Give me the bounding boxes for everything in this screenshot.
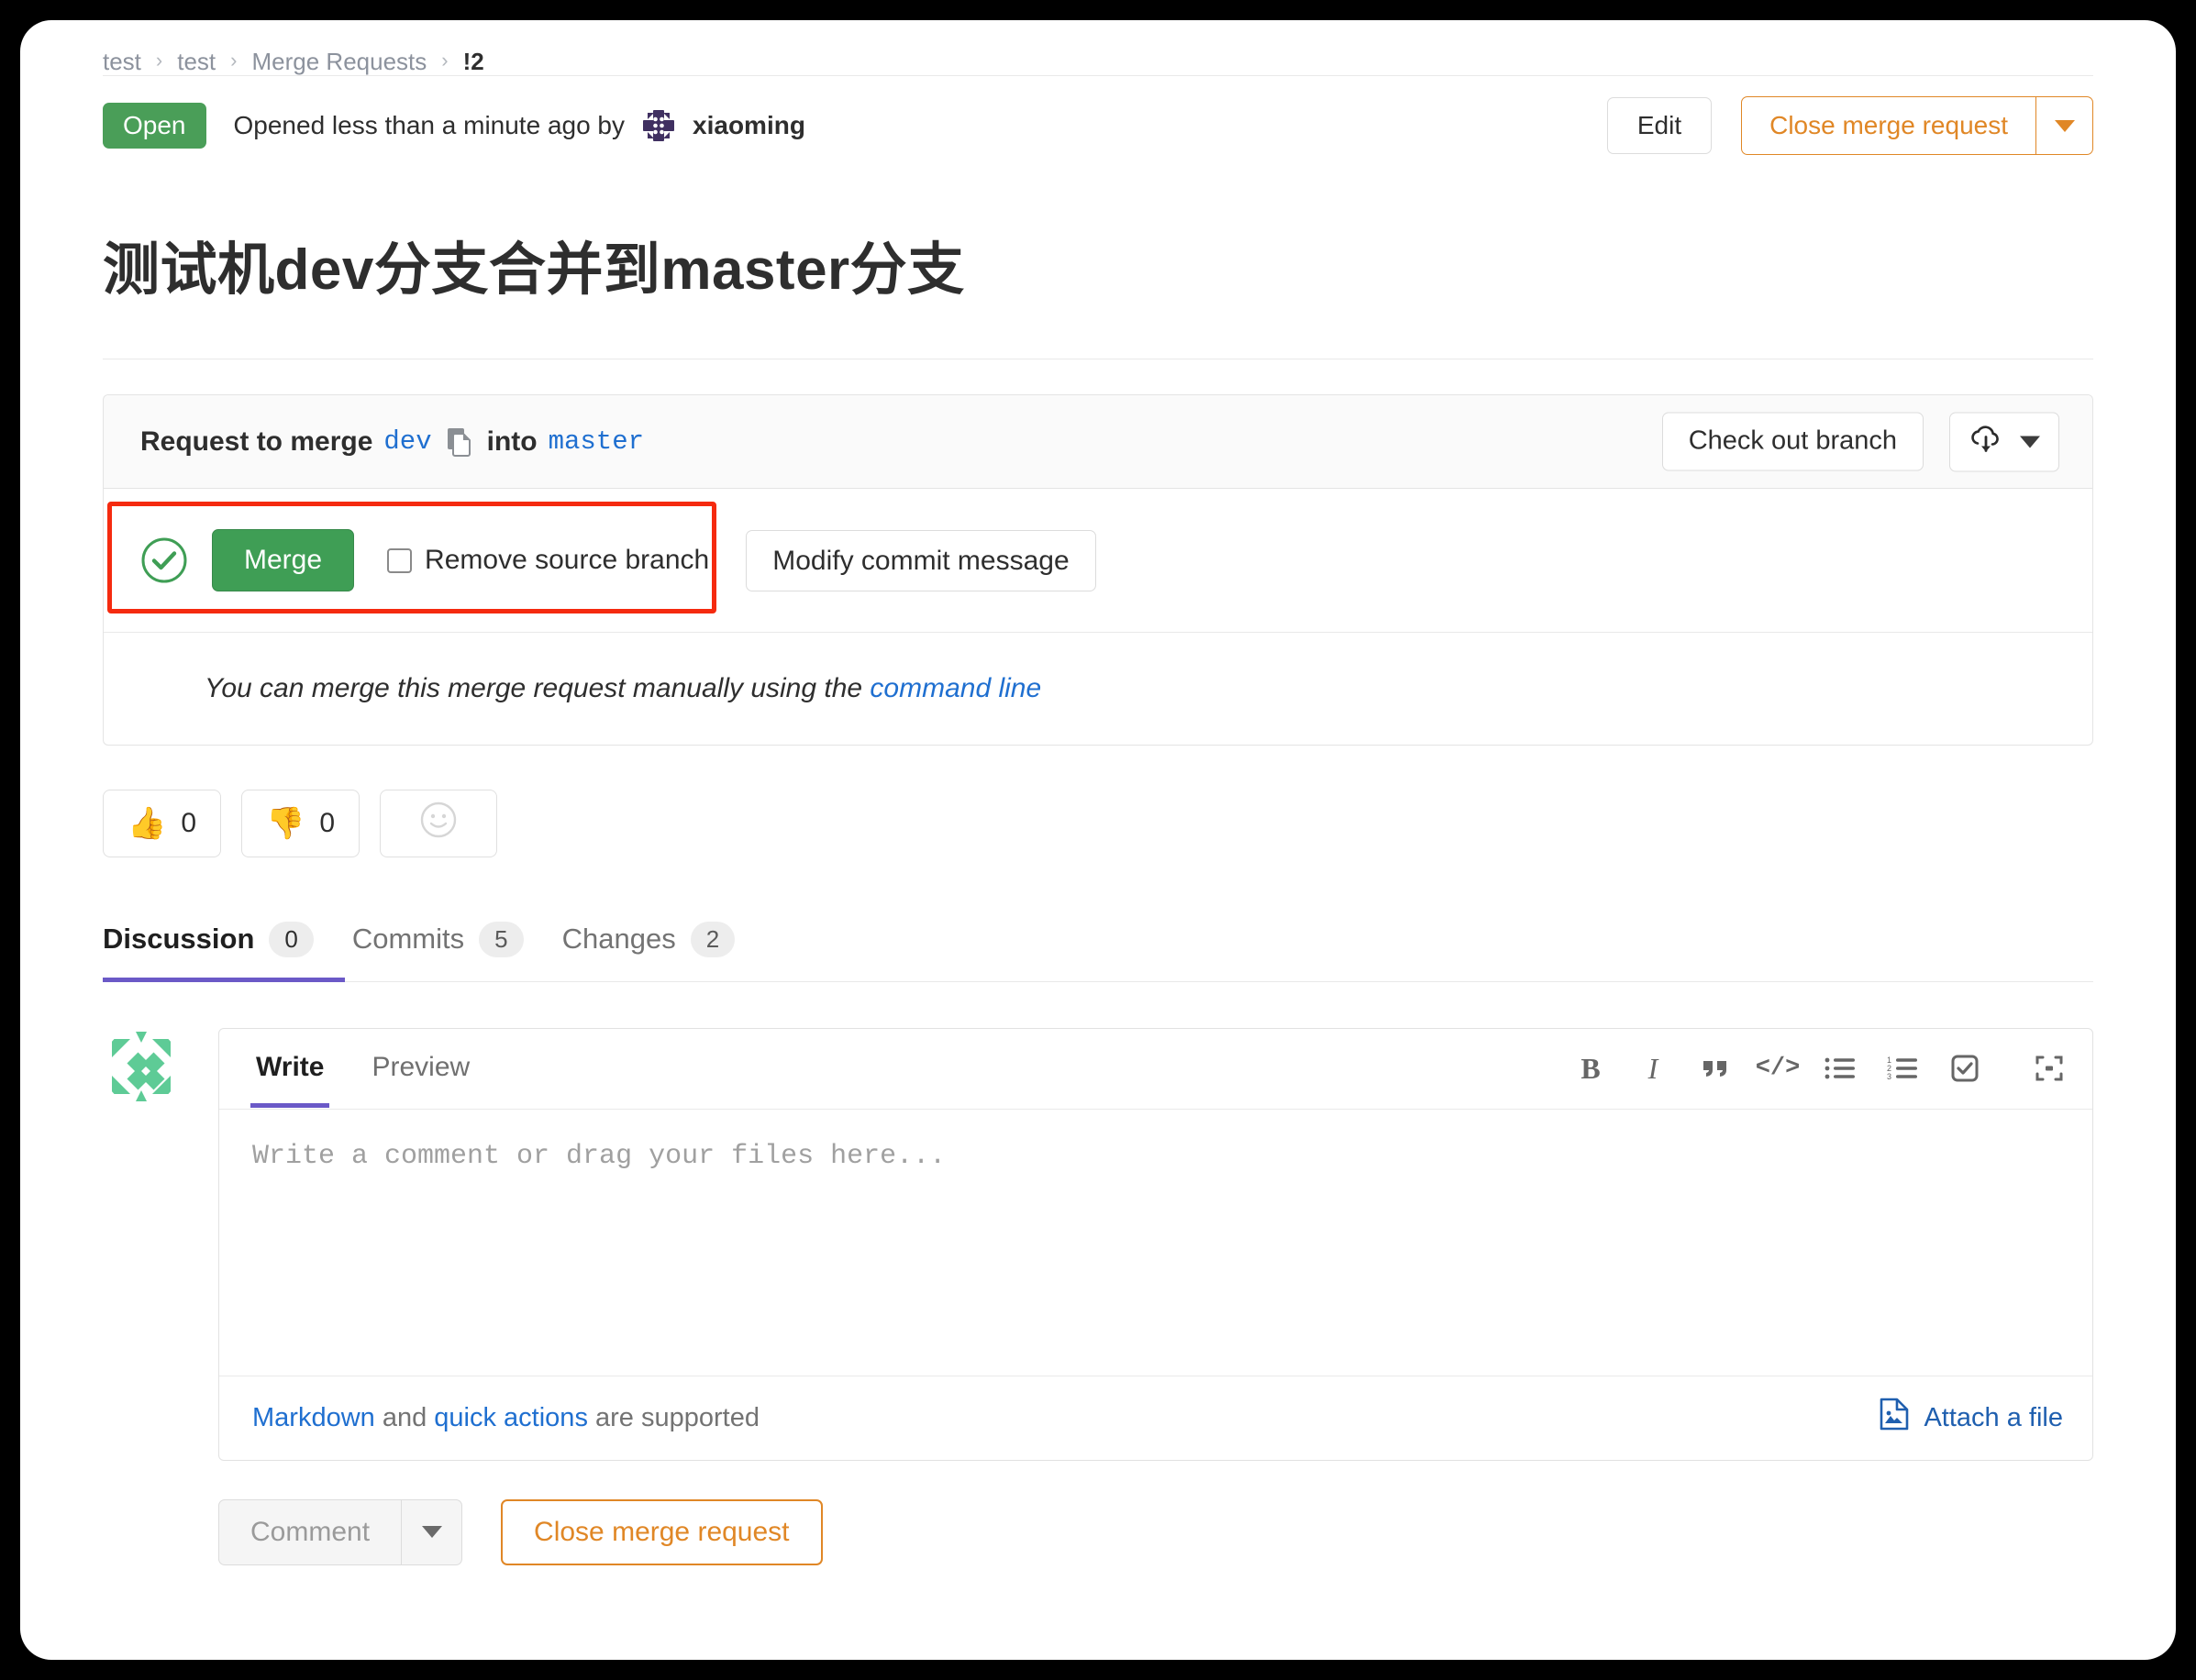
quick-actions-link[interactable]: quick actions: [434, 1403, 588, 1432]
tab-label: Changes: [562, 923, 676, 956]
editor-footer: Markdown and quick actions are supported: [219, 1376, 2092, 1460]
merge-widget-header-actions: Check out branch: [1662, 412, 2059, 471]
mr-tabs: Discussion 0 Commits 5 Changes 2: [103, 905, 2093, 982]
italic-icon[interactable]: I: [1637, 1053, 1669, 1084]
current-user-avatar: [103, 1028, 180, 1105]
comment-placeholder: Write a comment or drag your files here.…: [252, 1141, 2059, 1172]
check-out-branch-button[interactable]: Check out branch: [1662, 413, 1924, 471]
tab-label: Commits: [352, 923, 464, 956]
breadcrumb: test › test › Merge Requests › !2: [103, 20, 2093, 75]
edit-button[interactable]: Edit: [1607, 97, 1712, 155]
comment-form-actions: Comment Close merge request: [103, 1461, 2093, 1565]
tab-count: 5: [479, 922, 523, 957]
author-name[interactable]: xiaoming: [693, 111, 805, 140]
merge-widget-header: Request to merge dev into master Check o…: [104, 395, 2092, 489]
manual-merge-note: You can merge this merge request manuall…: [104, 632, 2092, 745]
breadcrumb-item-mr-id[interactable]: !2: [463, 48, 484, 76]
opened-text: Opened less than a minute ago by: [234, 111, 626, 140]
reaction-thumbsdown[interactable]: 👎 0: [241, 790, 360, 857]
browser-viewport: test › test › Merge Requests › !2 Open O…: [20, 20, 2176, 1660]
close-merge-request-button[interactable]: Close merge request: [1741, 96, 2036, 155]
tab-write[interactable]: Write: [250, 1030, 329, 1108]
tab-changes[interactable]: Changes 2: [555, 905, 767, 982]
merge-branches-summary: Request to merge dev into master: [140, 426, 644, 458]
svg-text:3: 3: [1887, 1072, 1891, 1081]
merge-widget-body: Merge Remove source branch Modify commit…: [104, 489, 2092, 632]
award-emoji-bar: 👍 0 👎 0: [103, 746, 2093, 857]
checkbox-box-icon: [387, 548, 412, 573]
and-text: and: [383, 1403, 427, 1432]
comment-editor: Write Preview B I </>: [218, 1028, 2093, 1461]
request-to-merge-label: Request to merge: [140, 426, 372, 458]
tab-count: 0: [269, 922, 313, 957]
comment-split-button: Comment: [218, 1499, 462, 1565]
breadcrumb-item-group[interactable]: test: [103, 48, 141, 76]
attach-a-file-label: Attach a file: [1924, 1403, 2063, 1433]
target-branch-name[interactable]: master: [549, 426, 644, 457]
breadcrumb-separator-icon: ›: [156, 49, 162, 72]
command-line-link[interactable]: command line: [870, 673, 1041, 703]
merge-button[interactable]: Merge: [212, 529, 354, 591]
chevron-down-icon: [2055, 120, 2075, 132]
close-merge-request-split-button: Close merge request: [1741, 96, 2093, 155]
comment-dropdown-toggle[interactable]: [402, 1499, 462, 1565]
comment-button[interactable]: Comment: [218, 1499, 402, 1565]
merge-controls-row: Merge Remove source branch Modify commit…: [140, 529, 2056, 591]
reaction-count: 0: [181, 808, 196, 839]
markdown-support-note: Markdown and quick actions are supported: [252, 1403, 760, 1433]
download-dropdown-button[interactable]: [1949, 412, 2059, 471]
avatar[interactable]: [639, 106, 678, 145]
attach-image-icon: [1880, 1398, 1909, 1438]
source-branch-name[interactable]: dev: [383, 426, 431, 457]
opened-meta: Opened less than a minute ago by: [234, 106, 805, 145]
merge-request-widget: Request to merge dev into master Check o…: [103, 394, 2093, 746]
chevron-down-icon: [2020, 436, 2040, 448]
breadcrumb-item-project[interactable]: test: [177, 48, 216, 76]
supported-text: are supported: [595, 1403, 760, 1432]
editor-header: Write Preview B I </>: [219, 1029, 2092, 1110]
markdown-link[interactable]: Markdown: [252, 1403, 375, 1432]
numbered-list-icon[interactable]: 1 2 3: [1887, 1053, 1918, 1084]
close-merge-request-dropdown-toggle[interactable]: [2036, 96, 2093, 155]
remove-source-branch-checkbox[interactable]: Remove source branch: [387, 545, 709, 576]
status-badge: Open: [103, 103, 206, 149]
cloud-download-icon: [1969, 424, 2003, 459]
code-icon[interactable]: </>: [1762, 1053, 1793, 1084]
markdown-toolbar: B I </>: [1575, 1053, 2065, 1084]
into-label: into: [487, 426, 538, 458]
modify-commit-message-button[interactable]: Modify commit message: [746, 530, 1095, 591]
mr-actions: Edit Close merge request: [1607, 96, 2093, 155]
tab-label: Discussion: [103, 923, 254, 956]
mr-status-row: Open Opened less than a minute ago by: [103, 76, 2093, 175]
manual-merge-text: You can merge this merge request manuall…: [205, 673, 862, 703]
breadcrumb-separator-icon: ›: [441, 49, 448, 72]
smiley-icon: [418, 800, 459, 847]
bold-icon[interactable]: B: [1575, 1053, 1606, 1084]
breadcrumb-item-merge-requests[interactable]: Merge Requests: [252, 48, 427, 76]
add-reaction-button[interactable]: [380, 790, 497, 857]
tab-preview[interactable]: Preview: [366, 1030, 475, 1108]
close-merge-request-bottom-button[interactable]: Close merge request: [501, 1499, 822, 1565]
copy-branch-name-icon[interactable]: [447, 427, 474, 457]
thumbs-up-icon: 👍: [128, 808, 166, 839]
merge-status-check-icon: [140, 536, 188, 584]
bullet-list-icon[interactable]: [1824, 1053, 1856, 1084]
remove-source-branch-label: Remove source branch: [425, 545, 709, 576]
comment-textarea[interactable]: Write a comment or drag your files here.…: [219, 1110, 2092, 1376]
tab-count: 2: [691, 922, 735, 957]
reaction-thumbsup[interactable]: 👍 0: [103, 790, 221, 857]
quote-icon[interactable]: [1700, 1053, 1731, 1084]
attach-a-file-button[interactable]: Attach a file: [1880, 1398, 2063, 1438]
chevron-down-icon: [422, 1526, 442, 1538]
tab-commits[interactable]: Commits 5: [345, 905, 555, 982]
breadcrumb-separator-icon: ›: [230, 49, 237, 72]
page-title: 测试机dev分支合并到master分支: [103, 175, 2093, 359]
task-list-icon[interactable]: [1949, 1053, 1980, 1084]
tab-discussion[interactable]: Discussion 0: [103, 905, 345, 982]
new-comment-area: Write Preview B I </>: [103, 982, 2093, 1461]
fullscreen-icon[interactable]: [2034, 1053, 2065, 1084]
thumbs-down-icon: 👎: [266, 808, 305, 839]
reaction-count: 0: [319, 808, 335, 839]
